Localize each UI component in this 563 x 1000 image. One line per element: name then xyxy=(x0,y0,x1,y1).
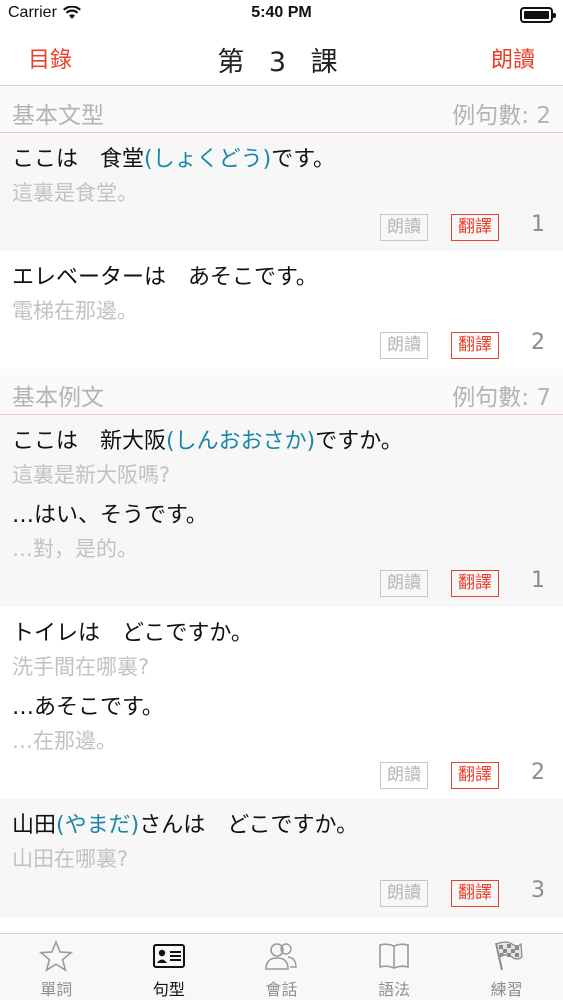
tab-exercises[interactable]: 練習 xyxy=(450,934,563,1000)
japanese-text: …はい、そうです。 xyxy=(12,503,208,528)
furigana-reading: (しんおおさか) xyxy=(166,429,316,454)
translate-toggle-button[interactable]: 翻譯 xyxy=(451,762,499,789)
book-icon xyxy=(379,943,409,969)
japanese-text: です。 xyxy=(271,147,335,172)
sentence-number: 1 xyxy=(531,568,545,593)
japanese-sentence: …はい、そうです。 xyxy=(12,499,551,533)
tab-bar: 單詞 句型 會話 語法 練習 xyxy=(0,933,563,1000)
sentence-actions: 朗讀 翻譯 2 xyxy=(12,327,551,369)
chinese-translation: 這裏是食堂。 xyxy=(12,181,138,205)
id-card-icon xyxy=(152,944,185,968)
navigation-bar: 目錄 第 3 課 朗讀 xyxy=(0,30,563,86)
tab-label: 語法 xyxy=(378,980,411,999)
japanese-sentence: 山田(やまだ)さんは どこですか。 xyxy=(12,809,551,843)
furigana-reading: (やまだ) xyxy=(56,813,140,838)
read-aloud-sentence-button[interactable]: 朗讀 xyxy=(380,880,428,907)
tab-conversation[interactable]: 會話 xyxy=(225,934,338,1000)
tab-label: 練習 xyxy=(490,980,523,999)
example-count: 例句數: 2 xyxy=(452,103,551,129)
chinese-translation: …在那邊。 xyxy=(12,729,117,753)
chinese-translation: 洗手間在哪裏? xyxy=(12,655,150,679)
clock: 5:40 PM xyxy=(251,4,312,21)
tab-label: 單詞 xyxy=(40,980,73,999)
japanese-text: …あそこです。 xyxy=(12,695,164,720)
read-aloud-sentence-button[interactable]: 朗讀 xyxy=(380,214,428,241)
battery-icon xyxy=(520,7,556,23)
section-title: 基本文型 xyxy=(12,103,104,129)
translate-toggle-button[interactable]: 翻譯 xyxy=(451,880,499,907)
chinese-translation: 山田在哪裏? xyxy=(12,847,129,871)
japanese-text: ここは 新大阪 xyxy=(12,429,167,454)
japanese-sentence: ここは 食堂(しょくどう)です。 xyxy=(12,143,551,177)
checkered-flag-icon xyxy=(494,941,523,971)
tab-vocabulary[interactable]: 單詞 xyxy=(0,934,113,1000)
status-bar: Carrier 5:40 PM xyxy=(0,0,563,30)
sentence-actions: 朗讀 翻譯 1 xyxy=(12,565,551,607)
translate-toggle-button[interactable]: 翻譯 xyxy=(451,570,499,597)
sentence-item[interactable]: トイレは どこですか。 洗手間在哪裏? …あそこです。 …在那邊。朗讀 翻譯 2 xyxy=(0,607,563,799)
japanese-text: トイレは どこですか。 xyxy=(12,621,253,646)
japanese-text: ですか。 xyxy=(315,429,403,454)
sentence-item[interactable]: ここは 食堂(しょくどう)です。這裏是食堂。朗讀 翻譯 1 xyxy=(0,133,563,251)
tab-sentence-patterns[interactable]: 句型 xyxy=(113,934,226,1000)
japanese-text: ここは 食堂 xyxy=(12,147,145,172)
japanese-sentence: …あそこです。 xyxy=(12,691,551,725)
japanese-sentence: エレベーターは あそこです。 xyxy=(12,261,551,295)
section-title: 基本例文 xyxy=(12,385,104,411)
section-header: 基本例文 例句數: 7 xyxy=(0,369,563,415)
sentence-item[interactable]: エレベーターは あそこです。 電梯在那邊。朗讀 翻譯 2 xyxy=(0,251,563,369)
chinese-translation: …對，是的。 xyxy=(12,537,138,561)
page-title: 第 3 課 xyxy=(217,47,346,78)
people-icon xyxy=(265,943,298,970)
example-count: 例句數: 7 xyxy=(452,385,551,411)
sentence-number: 2 xyxy=(531,760,545,785)
translate-toggle-button[interactable]: 翻譯 xyxy=(451,332,499,359)
japanese-sentence: ここは 新大阪(しんおおさか)ですか。 xyxy=(12,425,551,459)
sentence-actions: 朗讀 翻譯 2 xyxy=(12,757,551,799)
sentence-item[interactable]: 山田(やまだ)さんは どこですか。 山田在哪裏? 朗讀 翻譯 3 xyxy=(0,799,563,917)
sentence-number: 3 xyxy=(531,878,545,903)
chinese-translation: 電梯在那邊。 xyxy=(12,299,138,323)
sentence-actions: 朗讀 翻譯 3 xyxy=(12,875,551,917)
sentence-list[interactable]: 基本文型 例句數: 2 ここは 食堂(しょくどう)です。 這裏是食堂。 朗讀 翻譯 1 エレベ… xyxy=(0,87,563,933)
translate-toggle-button[interactable]: 翻譯 xyxy=(451,214,499,241)
tab-label: 會話 xyxy=(265,980,298,999)
sentence-actions: 朗讀 翻譯 1 xyxy=(12,209,551,251)
tab-grammar[interactable]: 語法 xyxy=(338,934,451,1000)
star-icon xyxy=(39,940,74,972)
sentence-number: 2 xyxy=(531,330,545,355)
japanese-text: エレベーターは あそこです。 xyxy=(12,265,318,290)
japanese-sentence: トイレは どこですか。 xyxy=(12,617,551,651)
japanese-text: 山田 xyxy=(12,813,57,838)
read-aloud-button[interactable]: 朗讀 xyxy=(491,42,535,74)
sentence-number: 1 xyxy=(531,212,545,237)
read-aloud-sentence-button[interactable]: 朗讀 xyxy=(380,570,428,597)
chinese-translation: 這裏是新大阪嗎? xyxy=(12,463,171,487)
read-aloud-sentence-button[interactable]: 朗讀 xyxy=(380,332,428,359)
read-aloud-sentence-button[interactable]: 朗讀 xyxy=(380,762,428,789)
sentence-item[interactable]: ここは 新大阪(しんおおさか)ですか。這裏是新大阪嗎? …はい、そうです。 …對，是… xyxy=(0,415,563,607)
section-header: 基本文型 例句數: 2 xyxy=(0,87,563,133)
furigana-reading: (しょくどう) xyxy=(144,147,272,172)
tab-label: 句型 xyxy=(152,980,185,999)
japanese-text: さんは どこですか。 xyxy=(139,813,359,838)
